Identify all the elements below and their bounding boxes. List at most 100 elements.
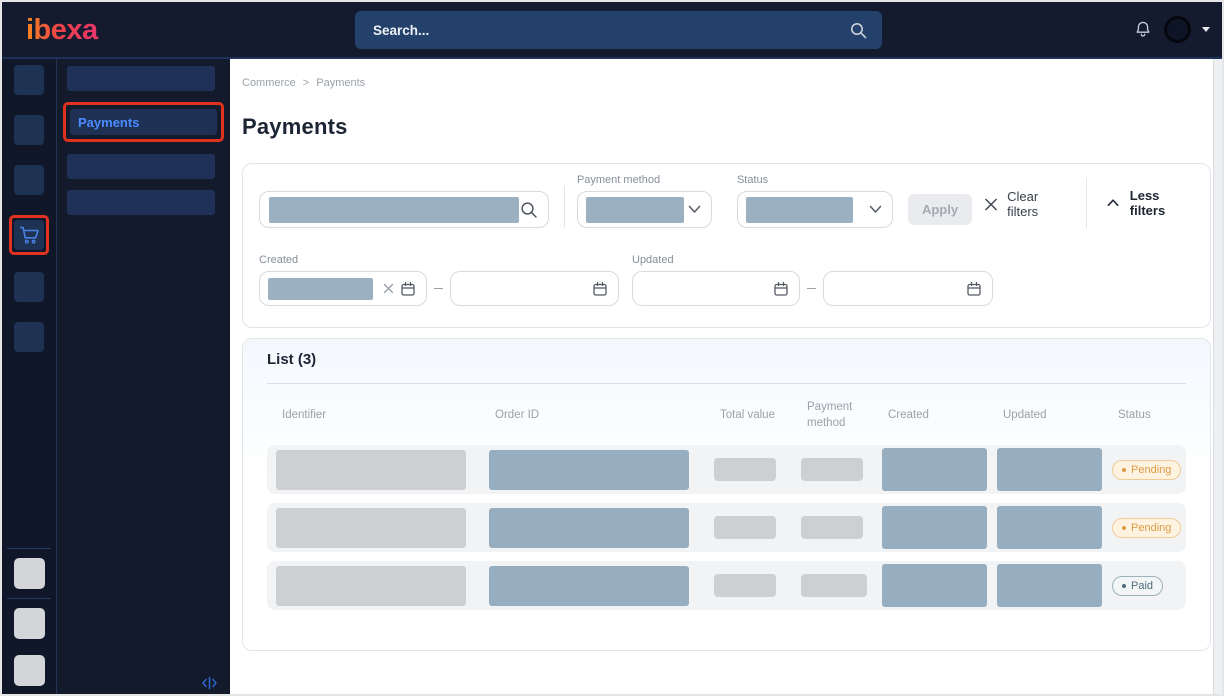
selected-value-placeholder — [586, 197, 684, 223]
calendar-icon[interactable] — [400, 281, 416, 297]
chevron-down-icon — [688, 205, 701, 214]
updated-to-input[interactable] — [823, 271, 993, 306]
top-bar: ibexa Search... — [2, 2, 1222, 59]
list-title: List (3) — [267, 349, 1186, 383]
status-select[interactable] — [737, 191, 893, 228]
search-placeholder: Search... — [373, 23, 429, 38]
created-placeholder — [882, 506, 987, 549]
status-dot — [1122, 526, 1126, 530]
date-value-placeholder — [268, 278, 373, 300]
breadcrumb: Commerce > Payments — [242, 77, 1211, 89]
topbar-actions — [1133, 16, 1210, 43]
global-search-input[interactable]: Search... — [355, 11, 882, 49]
clear-x-icon — [383, 283, 394, 294]
updated-date-filter: Updated — [632, 254, 993, 306]
filter-search-input[interactable] — [259, 191, 549, 228]
status-dot — [1122, 468, 1126, 472]
status-dot — [1122, 584, 1126, 588]
nav-item-placeholder-3[interactable] — [14, 165, 44, 195]
divider — [564, 186, 565, 228]
payment-method-select[interactable] — [577, 191, 712, 228]
status-badge: Paid — [1112, 576, 1163, 596]
created-to-input[interactable] — [450, 271, 619, 306]
date-range-dash — [434, 288, 443, 289]
status-badge-label: Pending — [1131, 464, 1171, 476]
less-filters-toggle[interactable]: Less filters — [1107, 188, 1194, 218]
sidebar-item-placeholder-1[interactable] — [67, 66, 215, 91]
selected-value-placeholder — [746, 197, 853, 223]
payment-method-label: Payment method — [577, 174, 712, 186]
column-updated: Updated — [997, 408, 1112, 424]
payment-method-placeholder — [801, 516, 863, 539]
notifications-bell-icon[interactable] — [1133, 19, 1153, 40]
page-title: Payments — [242, 114, 1211, 140]
updated-from-input[interactable] — [632, 271, 800, 306]
created-from-input[interactable] — [259, 271, 427, 306]
created-placeholder — [882, 564, 987, 607]
table-row[interactable]: Paid — [267, 561, 1186, 610]
sidebar-item-placeholder-3[interactable] — [67, 190, 215, 215]
calendar-icon[interactable] — [773, 281, 789, 297]
total-value-placeholder — [714, 574, 776, 597]
status-filter: Status — [737, 174, 893, 228]
date-range-dash — [807, 288, 816, 289]
updated-label: Updated — [632, 254, 993, 266]
table-row[interactable]: Pending — [267, 503, 1186, 552]
column-order-id: Order ID — [489, 408, 714, 424]
column-status: Status — [1112, 408, 1186, 424]
breadcrumb-payments: Payments — [316, 77, 365, 89]
nav-item-placeholder-1[interactable] — [14, 65, 44, 95]
clear-filters-button[interactable]: Clear filters — [984, 189, 1069, 219]
status-badge: Pending — [1112, 460, 1181, 480]
search-icon — [849, 21, 868, 40]
payment-method-filter: Payment method — [577, 174, 712, 228]
table-row[interactable]: Pending — [267, 445, 1186, 494]
nav-item-placeholder-5[interactable] — [14, 322, 44, 352]
order-id-placeholder — [489, 508, 689, 548]
calendar-icon[interactable] — [592, 281, 608, 297]
payment-method-placeholder — [801, 458, 863, 481]
bottom-nav-placeholder-2[interactable] — [14, 608, 45, 639]
sidebar-item-payments[interactable]: Payments — [70, 109, 217, 135]
clear-date-button[interactable] — [383, 283, 394, 294]
clear-x-icon — [984, 197, 998, 212]
secondary-sidebar: Payments — [57, 59, 230, 694]
active-nav-highlight — [9, 215, 49, 255]
sidebar-resize-handle[interactable] — [201, 676, 218, 690]
less-filters-label: Less filters — [1130, 188, 1194, 218]
bottom-nav-placeholder-1[interactable] — [14, 558, 45, 589]
column-payment-method: Payment method — [801, 400, 882, 431]
search-value-placeholder — [269, 197, 519, 223]
sidebar-item-label: Payments — [78, 115, 139, 130]
app-window: ibexa Search... — [0, 0, 1224, 696]
breadcrumb-commerce[interactable]: Commerce — [242, 77, 296, 89]
total-value-placeholder — [714, 516, 776, 539]
user-avatar[interactable] — [1164, 16, 1191, 43]
bottom-nav-placeholder-3[interactable] — [14, 655, 45, 686]
logo-text: ibexa — [26, 14, 99, 46]
clear-filters-label: Clear filters — [1007, 189, 1069, 219]
nav-item-commerce[interactable] — [14, 220, 44, 250]
created-label: Created — [259, 254, 619, 266]
updated-placeholder — [997, 448, 1102, 491]
order-id-placeholder — [489, 450, 689, 490]
calendar-icon[interactable] — [966, 281, 982, 297]
sidebar-item-placeholder-2[interactable] — [67, 154, 215, 179]
nav-rail-bottom — [2, 548, 56, 694]
created-placeholder — [882, 448, 987, 491]
nav-item-placeholder-2[interactable] — [14, 115, 44, 145]
brand-logo[interactable]: ibexa — [26, 14, 122, 46]
identifier-placeholder — [276, 508, 466, 548]
account-menu-caret-icon[interactable] — [1202, 27, 1210, 32]
nav-item-placeholder-4[interactable] — [14, 272, 44, 302]
status-badge-label: Pending — [1131, 522, 1171, 534]
divider — [7, 598, 51, 599]
main-nav-rail — [2, 59, 57, 694]
column-identifier: Identifier — [276, 408, 489, 424]
collapse-expand-icon — [201, 676, 218, 690]
payment-method-placeholder — [801, 574, 867, 597]
apply-button[interactable]: Apply — [908, 194, 972, 225]
column-total-value: Total value — [714, 408, 801, 424]
status-badge-label: Paid — [1131, 580, 1153, 592]
page-scrollbar[interactable] — [1213, 59, 1222, 694]
